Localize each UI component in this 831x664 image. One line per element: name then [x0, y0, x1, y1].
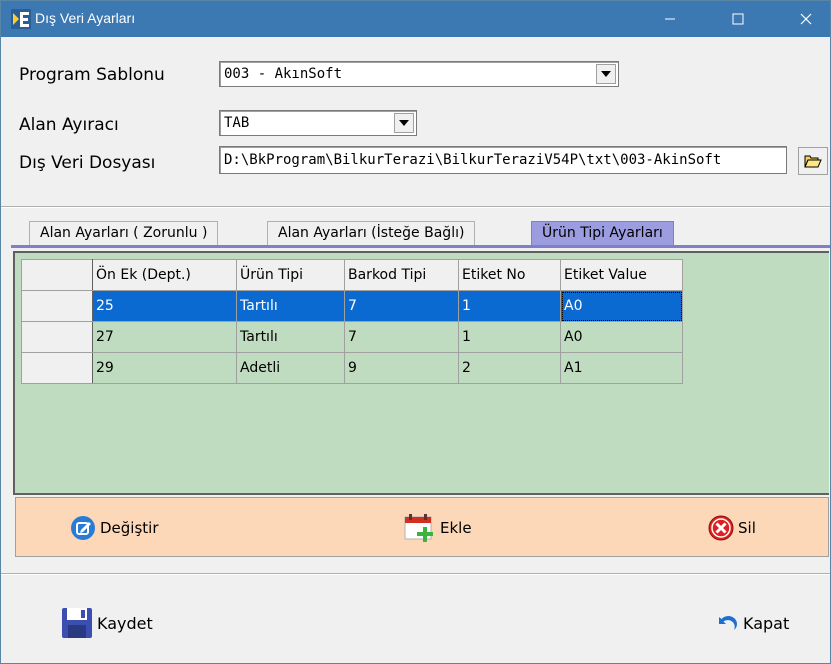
save-button[interactable]: Kaydet [61, 605, 153, 641]
grid-header-row: Ön Ek (Dept.) Ürün Tipi Barkod Tipi Etik… [21, 259, 683, 291]
edit-button[interactable]: Değiştir [70, 512, 159, 544]
table-row[interactable]: 25 Tartılı 7 1 A0 [21, 290, 683, 322]
product-type-grid[interactable]: Ön Ek (Dept.) Ürün Tipi Barkod Tipi Etik… [21, 259, 683, 384]
row-header[interactable] [21, 352, 93, 384]
table-row[interactable]: 29 Adetli 9 2 A1 [21, 352, 683, 384]
row-header[interactable] [21, 321, 93, 353]
field-separator-value: TAB [224, 115, 250, 131]
title-bar[interactable]: Dış Veri Ayarları [1, 1, 830, 37]
cell-prefix[interactable]: 29 [92, 352, 237, 384]
grid-corner-cell[interactable] [21, 259, 93, 291]
cell-prefix[interactable]: 27 [92, 321, 237, 353]
minimize-icon [665, 18, 675, 20]
cell-label-no[interactable]: 1 [458, 321, 561, 353]
cell-label-no[interactable]: 1 [458, 290, 561, 322]
table-row[interactable]: 27 Tartılı 7 1 A0 [21, 321, 683, 353]
app-icon [11, 9, 31, 29]
cell-label-no[interactable]: 2 [458, 352, 561, 384]
row-header[interactable] [21, 290, 93, 322]
field-separator-select[interactable]: TAB [219, 110, 417, 136]
cell-product-type[interactable]: Adetli [236, 352, 345, 384]
close-dialog-button[interactable]: Kapat [717, 605, 789, 641]
separator-line [1, 573, 830, 575]
cell-label-value[interactable]: A0 [560, 290, 683, 322]
dialog-window: Dış Veri Ayarları Program Sablonu 003 - … [0, 0, 831, 664]
tab-required-fields[interactable]: Alan Ayarları ( Zorunlu ) [29, 221, 219, 245]
program-template-label: Program Sablonu [19, 65, 165, 85]
program-template-select[interactable]: 003 - AkınSoft [219, 61, 619, 87]
external-file-input[interactable]: D:\BkProgram\BilkurTerazi\BilkurTeraziV5… [219, 146, 787, 174]
close-dialog-label: Kapat [743, 613, 790, 633]
add-button-label: Ekle [440, 519, 472, 537]
save-icon [62, 608, 92, 638]
edit-button-label: Değiştir [100, 519, 159, 537]
close-icon [800, 13, 812, 25]
product-type-grid-panel: Ön Ek (Dept.) Ürün Tipi Barkod Tipi Etik… [13, 251, 829, 495]
external-file-label: Dış Veri Dosyası [19, 153, 156, 173]
cell-prefix[interactable]: 25 [92, 290, 237, 322]
cell-label-value[interactable]: A1 [560, 352, 683, 384]
delete-icon [708, 515, 734, 541]
cell-product-type[interactable]: Tartılı [236, 321, 345, 353]
undo-icon [719, 616, 737, 630]
add-button[interactable]: Ekle [404, 512, 472, 544]
field-separator-label: Alan Ayıracı [19, 115, 119, 135]
minimize-button[interactable] [647, 1, 693, 37]
edit-icon [71, 516, 95, 540]
separator-line [1, 206, 830, 208]
folder-open-icon [804, 155, 822, 168]
external-file-value: D:\BkProgram\BilkurTerazi\BilkurTeraziV5… [224, 152, 722, 168]
delete-button[interactable]: Sil [708, 512, 756, 544]
cell-barcode-type[interactable]: 9 [344, 352, 459, 384]
program-template-value: 003 - AkınSoft [224, 66, 343, 82]
tab-product-type-settings[interactable]: Ürün Tipi Ayarları [531, 221, 674, 245]
maximize-button[interactable] [715, 1, 761, 37]
column-header-label-no[interactable]: Etiket No [458, 259, 561, 291]
maximize-icon [732, 13, 744, 25]
cell-label-value[interactable]: A0 [560, 321, 683, 353]
delete-button-label: Sil [738, 519, 756, 537]
column-header-product-type[interactable]: Ürün Tipi [236, 259, 345, 291]
column-header-label-value[interactable]: Etiket Value [560, 259, 683, 291]
chevron-down-icon[interactable] [596, 64, 616, 84]
cell-product-type[interactable]: Tartılı [236, 290, 345, 322]
chevron-down-icon[interactable] [394, 113, 414, 133]
column-header-prefix[interactable]: Ön Ek (Dept.) [92, 259, 237, 291]
tab-underline [11, 245, 830, 248]
save-button-label: Kaydet [97, 613, 153, 633]
cell-barcode-type[interactable]: 7 [344, 290, 459, 322]
browse-button[interactable] [798, 147, 828, 175]
action-bar: Değiştir Ekle Sil [15, 497, 829, 557]
tab-optional-fields[interactable]: Alan Ayarları (İsteğe Bağlı) [267, 221, 476, 245]
cell-barcode-type[interactable]: 7 [344, 321, 459, 353]
close-button[interactable] [783, 1, 829, 37]
window-title: Dış Veri Ayarları [35, 10, 136, 26]
calendar-add-icon [404, 514, 433, 542]
column-header-barcode-type[interactable]: Barkod Tipi [344, 259, 459, 291]
